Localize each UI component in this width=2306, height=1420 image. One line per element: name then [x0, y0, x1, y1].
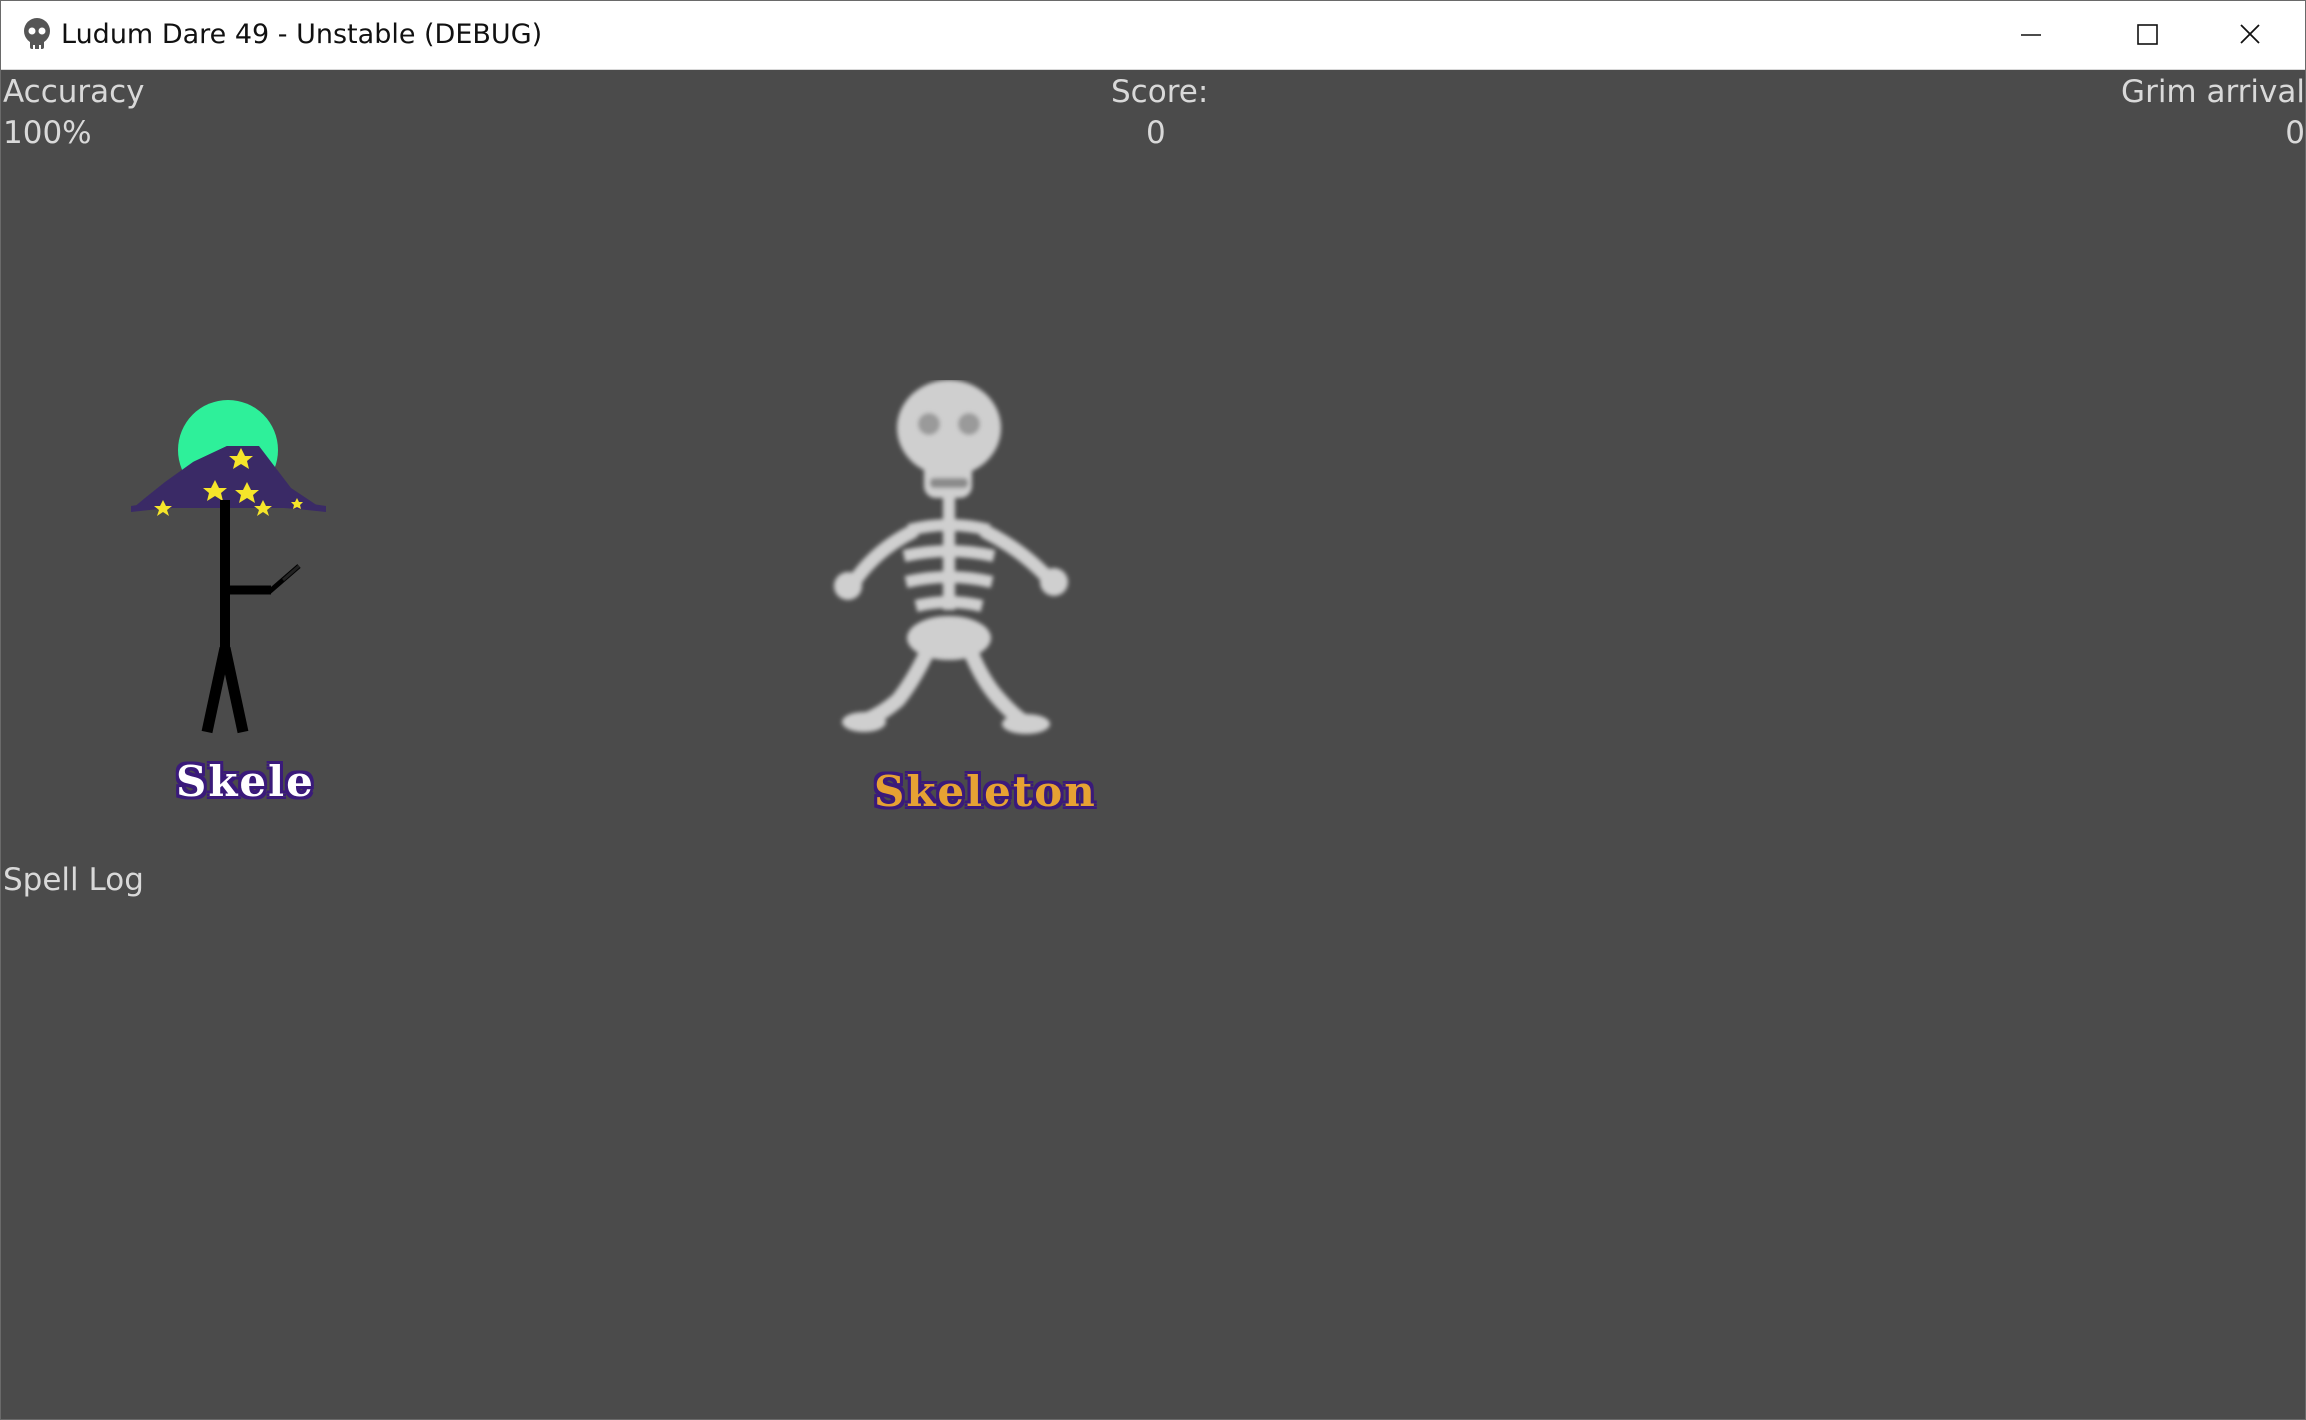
window-title: Ludum Dare 49 - Unstable (DEBUG) — [61, 19, 543, 50]
spell-log-label: Spell Log — [3, 862, 144, 898]
close-button[interactable] — [2199, 1, 2303, 69]
game-window: Ludum Dare 49 - Unstable (DEBUG) Accurac… — [0, 0, 2306, 1420]
minimize-button[interactable] — [1989, 1, 2093, 69]
skull-icon — [24, 18, 50, 51]
skeleton-enemy-sprite — [834, 380, 1068, 734]
close-icon — [2240, 24, 2260, 44]
player-name: Skele — [176, 757, 315, 806]
grim-arrival-label: Grim arrival — [2121, 74, 2305, 110]
accuracy-value: 100% — [3, 115, 92, 151]
score-value: 0 — [1146, 115, 1166, 151]
maximize-icon — [2137, 24, 2158, 45]
enemy-name: Skeleton — [874, 767, 1097, 816]
title-bar[interactable]: Ludum Dare 49 - Unstable (DEBUG) — [1, 1, 2305, 70]
game-area[interactable]: Accuracy 100% Score: 0 Grim arrival 0 Sk… — [1, 70, 2305, 1419]
maximize-button[interactable] — [2093, 1, 2197, 69]
grim-arrival-value: 0 — [2285, 115, 2305, 151]
score-label: Score: — [1111, 74, 1209, 110]
wizard-player-sprite — [131, 400, 326, 734]
accuracy-label: Accuracy — [3, 74, 145, 110]
minimize-icon — [2021, 34, 2041, 36]
